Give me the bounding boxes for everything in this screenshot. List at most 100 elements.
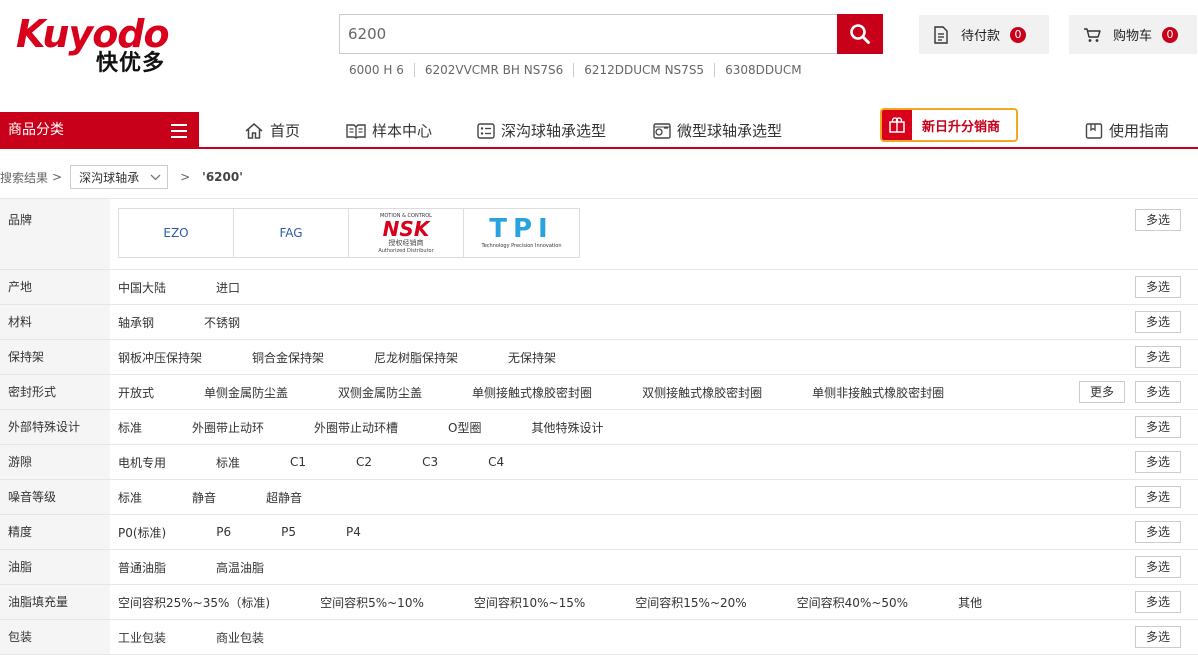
- multi-select-button[interactable]: 多选: [1135, 521, 1181, 543]
- filter-row-material: 材料 轴承钢 不锈钢 多选: [0, 305, 1198, 340]
- filter-label: 包装: [0, 620, 110, 654]
- filter-option[interactable]: 空间容积5%~10%: [320, 594, 424, 611]
- multi-select-button[interactable]: 多选: [1135, 486, 1181, 508]
- search-icon: [850, 24, 870, 44]
- cart-button[interactable]: 购物车 0: [1069, 15, 1197, 54]
- brand-ezo[interactable]: EZO: [119, 209, 234, 257]
- filter-option[interactable]: 开放式: [118, 384, 154, 401]
- filter-label: 产地: [0, 270, 110, 304]
- filter-option[interactable]: 不锈钢: [204, 314, 240, 331]
- filter-option[interactable]: 其他特殊设计: [532, 419, 604, 436]
- filter-option[interactable]: 尼龙树脂保持架: [374, 349, 458, 366]
- category-select[interactable]: 深沟球轴承: [70, 165, 169, 189]
- filter-option[interactable]: P4: [346, 525, 361, 539]
- multi-select-button[interactable]: 多选: [1135, 556, 1181, 578]
- nav-home-label: 首页: [270, 122, 301, 140]
- multi-select-button[interactable]: 多选: [1135, 451, 1181, 473]
- filter-option[interactable]: 无保持架: [508, 349, 556, 366]
- filter-option[interactable]: 静音: [192, 489, 216, 506]
- filter-option[interactable]: 双侧接触式橡胶密封圈: [642, 384, 762, 401]
- promo-distributor-banner[interactable]: 新日升分销商: [880, 108, 1018, 142]
- pending-payment-count: 0: [1010, 26, 1027, 43]
- brand-nsk[interactable]: MOTION & CONTROL NSK 授权经销商 Authorized Di…: [349, 209, 464, 257]
- pending-payment-label: 待付款: [961, 29, 1001, 44]
- menu-icon: [171, 124, 187, 142]
- hot-keyword-link[interactable]: 6000 H 6: [339, 63, 414, 77]
- cart-icon: [1084, 27, 1101, 42]
- filter-option[interactable]: 轴承钢: [118, 314, 154, 331]
- filter-option[interactable]: C2: [356, 455, 372, 469]
- multi-select-button[interactable]: 多选: [1135, 416, 1181, 438]
- multi-select-button[interactable]: 多选: [1135, 311, 1181, 333]
- multi-select-button[interactable]: 多选: [1135, 276, 1181, 298]
- filter-option[interactable]: 空间容积40%~50%: [797, 594, 908, 611]
- nav-mini-bearing-selection[interactable]: 微型球轴承选型: [653, 112, 782, 149]
- more-button[interactable]: 更多: [1079, 381, 1125, 403]
- filter-option[interactable]: 其他: [958, 594, 982, 611]
- filter-option[interactable]: P6: [216, 525, 231, 539]
- filter-option[interactable]: 普通油脂: [118, 559, 166, 576]
- filter-option[interactable]: C1: [290, 455, 306, 469]
- filter-option[interactable]: 单侧金属防尘盖: [204, 384, 288, 401]
- hot-keyword-link[interactable]: 6308DDUCM: [715, 63, 812, 77]
- tpi-tagline: Technology Precision Innovation: [481, 243, 562, 249]
- breadcrumb: 搜索结果 > 深沟球轴承 > '6200': [0, 165, 243, 189]
- filter-row-brand: 品牌 EZO FAG MOTION & CONTROL NSK 授权经销商 Au…: [0, 199, 1198, 270]
- filter-option[interactable]: 工业包装: [118, 629, 166, 646]
- filter-option[interactable]: P0(标准): [118, 524, 166, 541]
- filter-label: 密封形式: [0, 375, 110, 409]
- filter-row-seal-type: 密封形式 开放式 单侧金属防尘盖 双侧金属防尘盖 单侧接触式橡胶密封圈 双侧接触…: [0, 375, 1198, 410]
- hot-keyword-link[interactable]: 6202VVCMR BH NS7S6: [415, 63, 573, 77]
- multi-select-button[interactable]: 多选: [1135, 209, 1181, 231]
- brand-tpi[interactable]: TPI Technology Precision Innovation: [464, 209, 579, 257]
- list-icon: [477, 122, 495, 139]
- multi-select-button[interactable]: 多选: [1135, 626, 1181, 648]
- filter-label: 精度: [0, 515, 110, 549]
- document-icon: [934, 25, 948, 44]
- search-input[interactable]: [339, 14, 838, 54]
- filter-option[interactable]: 外圈带止动环槽: [314, 419, 398, 436]
- brand-fag[interactable]: FAG: [234, 209, 349, 257]
- multi-select-button[interactable]: 多选: [1135, 381, 1181, 403]
- filter-option[interactable]: 单侧非接触式橡胶密封圈: [812, 384, 944, 401]
- filter-option[interactable]: O型圈: [448, 419, 481, 436]
- filter-row-clearance: 游隙 电机专用 标准 C1 C2 C3 C4 多选: [0, 445, 1198, 480]
- filter-option[interactable]: 标准: [216, 454, 240, 471]
- image-icon: [653, 122, 671, 139]
- filter-option[interactable]: 电机专用: [118, 454, 166, 471]
- filter-option[interactable]: C4: [488, 455, 504, 469]
- site-logo[interactable]: Kuyodo 快优多: [16, 14, 186, 76]
- category-menu-button[interactable]: 商品分类: [0, 112, 199, 149]
- multi-select-button[interactable]: 多选: [1135, 591, 1181, 613]
- nav-deep-groove-label: 深沟球轴承选型: [501, 122, 607, 140]
- filter-option[interactable]: 商业包装: [216, 629, 264, 646]
- filter-option[interactable]: 双侧金属防尘盖: [338, 384, 422, 401]
- filter-option[interactable]: 超静音: [266, 489, 302, 506]
- filter-option[interactable]: 高温油脂: [216, 559, 264, 576]
- filter-option[interactable]: 外圈带止动环: [192, 419, 264, 436]
- category-select-value: 深沟球轴承: [79, 170, 140, 185]
- filter-option[interactable]: 标准: [118, 419, 142, 436]
- filter-option[interactable]: 空间容积10%~15%: [474, 594, 585, 611]
- search-button[interactable]: [837, 14, 883, 54]
- nav-deep-groove-selection[interactable]: 深沟球轴承选型: [477, 112, 606, 149]
- filter-option[interactable]: P5: [281, 525, 296, 539]
- hot-keyword-link[interactable]: 6212DDUCM NS7S5: [574, 63, 714, 77]
- pending-payment-button[interactable]: 待付款 0: [919, 15, 1049, 54]
- breadcrumb-separator: >: [180, 170, 191, 184]
- filter-option[interactable]: 中国大陆: [118, 279, 166, 296]
- filter-option[interactable]: 单侧接触式橡胶密封圈: [472, 384, 592, 401]
- nav-sample-center[interactable]: 样本中心: [346, 112, 432, 149]
- filter-option[interactable]: 空间容积25%~35%（标准): [118, 594, 270, 611]
- multi-select-button[interactable]: 多选: [1135, 346, 1181, 368]
- filter-option[interactable]: 钢板冲压保持架: [118, 349, 202, 366]
- nav-user-guide[interactable]: 使用指南: [1085, 112, 1169, 149]
- nav-home[interactable]: 首页: [244, 112, 300, 149]
- filter-option[interactable]: 铜合金保持架: [252, 349, 324, 366]
- filter-row-cage: 保持架 钢板冲压保持架 铜合金保持架 尼龙树脂保持架 无保持架 多选: [0, 340, 1198, 375]
- filter-option[interactable]: C3: [422, 455, 438, 469]
- filter-option[interactable]: 进口: [216, 279, 240, 296]
- filter-option[interactable]: 标准: [118, 489, 142, 506]
- breadcrumb-root[interactable]: 搜索结果: [0, 169, 48, 186]
- filter-option[interactable]: 空间容积15%~20%: [635, 594, 746, 611]
